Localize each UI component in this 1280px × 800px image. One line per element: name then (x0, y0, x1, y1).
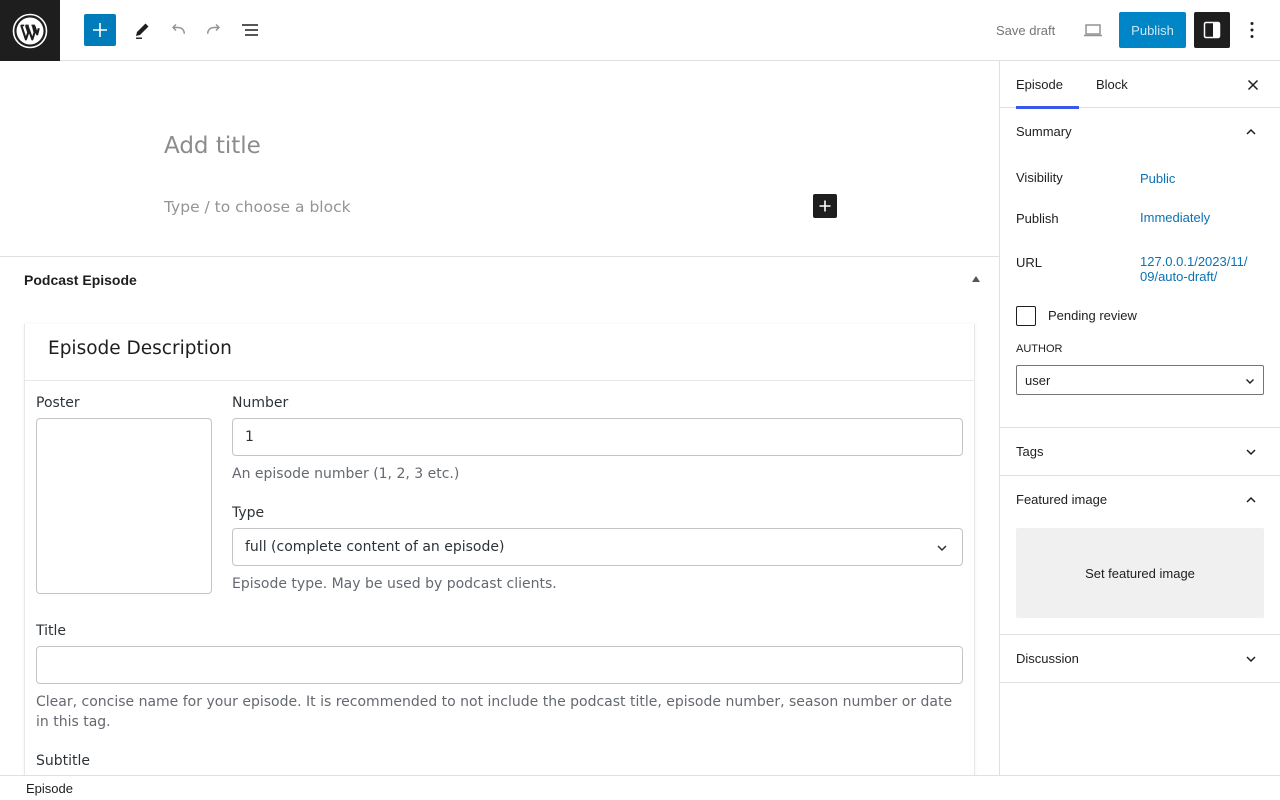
preview-button[interactable] (1077, 14, 1109, 46)
publish-button[interactable]: Publish (1119, 12, 1186, 48)
list-view-icon (242, 24, 258, 36)
close-icon (1247, 79, 1259, 91)
panel-divider (1000, 682, 1280, 683)
number-input[interactable]: 1 (232, 418, 963, 456)
close-settings-button[interactable] (1241, 73, 1265, 97)
pending-review-label: Pending review (1048, 308, 1137, 323)
document-overview-button[interactable] (234, 14, 266, 46)
url-toggle[interactable]: 127.0.0.1/2023/11/ 09/auto-draft/ (1140, 254, 1247, 284)
sidebar-icon (1203, 21, 1221, 39)
settings-button[interactable] (1194, 12, 1230, 48)
type-select[interactable]: full (complete content of an episode) (232, 528, 963, 566)
metabox-header[interactable]: Podcast Episode (0, 257, 999, 303)
visibility-toggle[interactable]: Public (1140, 171, 1175, 186)
inline-inserter-button[interactable] (813, 194, 837, 218)
subtitle-label: Subtitle (36, 753, 91, 769)
title-input[interactable] (36, 646, 963, 684)
chevron-down-icon (1246, 449, 1256, 456)
tab-block-label: Block (1096, 77, 1128, 92)
plus-icon (819, 200, 831, 212)
pencil-icon (136, 23, 149, 39)
save-draft-button[interactable]: Save draft (986, 14, 1065, 46)
tab-episode[interactable]: Episode (1016, 61, 1079, 109)
default-block-appender[interactable]: Type / to choose a block (164, 198, 351, 216)
number-help: An episode number (1, 2, 3 etc.) (232, 466, 460, 482)
collapse-arrow-icon[interactable] (972, 276, 980, 282)
author-select[interactable]: user (1016, 365, 1264, 395)
breadcrumb-item[interactable]: Episode (26, 781, 73, 796)
featured-image-panel-title: Featured image (1016, 492, 1108, 507)
undo-button[interactable] (162, 14, 194, 46)
laptop-icon (1084, 24, 1102, 37)
author-select-value: user (1025, 372, 1051, 388)
url-line-1: 127.0.0.1/2023/11/ (1140, 254, 1248, 269)
summary-panel-title: Summary (1016, 124, 1072, 139)
featured-image-panel-toggle[interactable]: Featured image (1000, 476, 1280, 523)
undo-icon (171, 23, 186, 34)
metabox-title: Podcast Episode (24, 272, 137, 288)
publish-label: Publish (1016, 211, 1059, 226)
title-label: Title (36, 623, 67, 639)
redo-button[interactable] (198, 14, 230, 46)
chevron-up-icon (1246, 128, 1256, 135)
tab-block[interactable]: Block (1096, 61, 1128, 108)
block-breadcrumb-bar: Episode (0, 775, 1280, 800)
poster-image-field[interactable] (36, 418, 212, 594)
poster-label: Poster (36, 395, 80, 411)
more-vertical-icon (1250, 22, 1254, 38)
panel-title: Episode Description (48, 338, 232, 359)
sidebar-tabs: Episode Block (1000, 61, 1280, 109)
url-line-2: 09/auto-draft/ (1140, 269, 1218, 284)
panel-header: Episode Description (25, 324, 974, 381)
summary-panel-toggle[interactable]: Summary (1000, 108, 1280, 155)
tab-episode-label: Episode (1016, 77, 1063, 92)
publish-date-toggle[interactable]: Immediately (1140, 210, 1210, 225)
editor-canvas: Add title Type / to choose a block (0, 61, 999, 256)
editor-header: Save draft Publish (0, 0, 1280, 61)
tags-panel-title: Tags (1016, 444, 1044, 459)
redo-icon (206, 23, 221, 34)
discussion-panel-title: Discussion (1016, 651, 1079, 666)
add-block-button[interactable] (84, 14, 116, 46)
set-featured-image-button[interactable]: Set featured image (1016, 528, 1264, 618)
number-label: Number (232, 395, 289, 411)
plus-icon (93, 23, 107, 37)
type-help: Episode type. May be used by podcast cli… (232, 576, 557, 592)
url-label: URL (1016, 255, 1043, 270)
chevron-down-icon (937, 545, 947, 552)
type-label: Type (232, 505, 265, 521)
visibility-label: Visibility (1016, 170, 1063, 185)
discussion-panel-toggle[interactable]: Discussion (1000, 635, 1280, 682)
chevron-down-icon (1246, 656, 1256, 663)
type-select-value: full (complete content of an episode) (245, 539, 505, 555)
pending-review-checkbox[interactable] (1016, 306, 1036, 326)
title-help: Clear, concise name for your episode. It… (36, 694, 953, 730)
episode-description-panel: Episode Description Poster Number 1 An e… (24, 324, 975, 775)
options-button[interactable] (1236, 14, 1268, 46)
post-title-input[interactable]: Add title (164, 133, 261, 159)
chevron-down-icon (1246, 379, 1254, 384)
wordpress-logo-icon[interactable] (0, 0, 60, 61)
tags-panel-toggle[interactable]: Tags (1000, 428, 1280, 475)
settings-sidebar: Episode Block Summary Visibility Public … (999, 61, 1280, 775)
tools-button[interactable] (126, 14, 158, 46)
metabox-area: Podcast Episode Episode Description Post… (0, 256, 999, 775)
chevron-up-icon (1246, 496, 1256, 503)
author-label: AUTHOR (1016, 343, 1063, 355)
